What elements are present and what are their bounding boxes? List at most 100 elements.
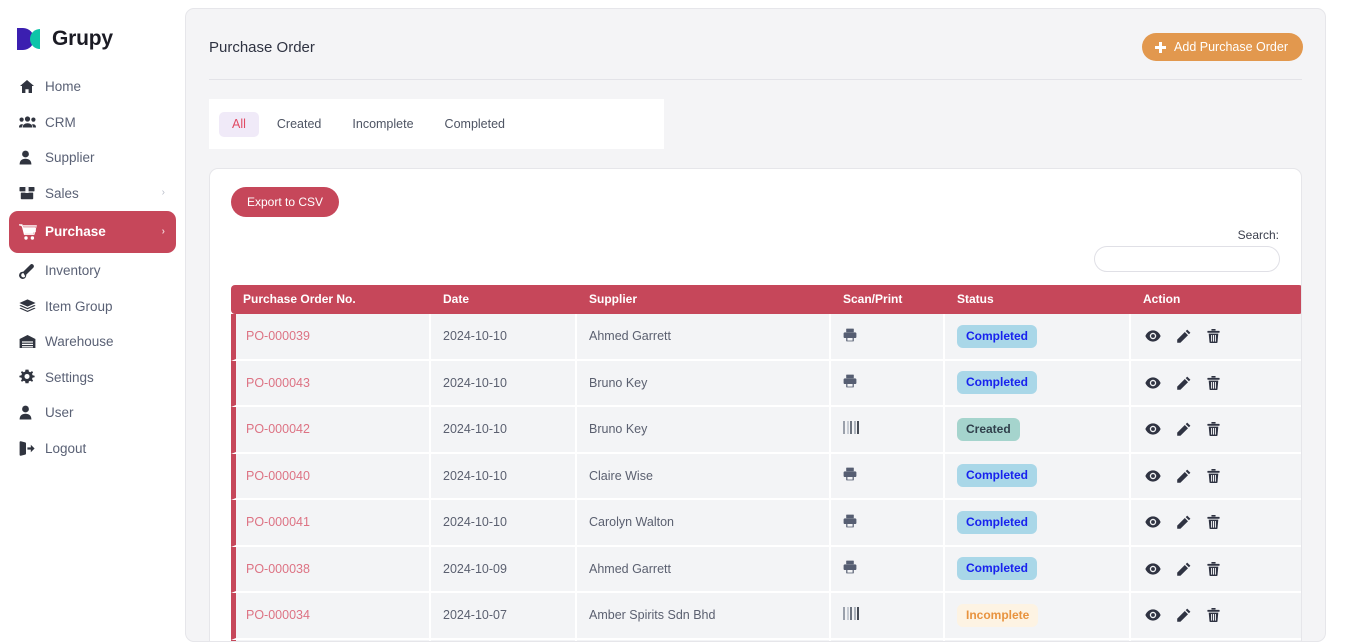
sidebar-item-user[interactable]: User [9, 395, 176, 431]
cell-scan-print[interactable] [831, 593, 945, 640]
cell-supplier: Ahmed Garrett [577, 314, 831, 361]
barcode-icon[interactable] [843, 607, 859, 621]
page-card: Purchase Order Add Purchase Order All Cr… [185, 8, 1326, 642]
cell-scan-print[interactable] [831, 500, 945, 547]
printer-icon[interactable] [843, 328, 857, 342]
cell-supplier: Amber Spirits Sdn Bhd [577, 593, 831, 640]
tab-created[interactable]: Created [264, 112, 334, 137]
printer-icon[interactable] [843, 374, 857, 388]
view-icon[interactable] [1145, 516, 1161, 528]
cell-supplier: Ahmed Garrett [577, 546, 831, 593]
cart-icon [19, 224, 45, 240]
status-badge: Completed [957, 464, 1038, 488]
brand-logo[interactable]: Grupy [0, 0, 185, 58]
delete-icon[interactable] [1207, 608, 1220, 623]
sidebar-item-logout[interactable]: Logout [9, 431, 176, 467]
cell-po-number[interactable]: PO-000038 [231, 546, 431, 593]
status-badge: Completed [957, 510, 1038, 534]
status-badge: Incomplete [957, 603, 1039, 627]
cell-po-number[interactable]: PO-000043 [231, 360, 431, 407]
view-icon[interactable] [1145, 377, 1161, 389]
view-icon[interactable] [1145, 470, 1161, 482]
barcode-icon[interactable] [843, 421, 859, 435]
tab-completed[interactable]: Completed [432, 112, 518, 137]
tab-incomplete[interactable]: Incomplete [339, 112, 426, 137]
cell-actions [1131, 453, 1301, 500]
cell-po-number[interactable]: PO-000041 [231, 500, 431, 547]
cell-status: Completed [945, 314, 1131, 361]
cell-supplier: Bruno Key [577, 360, 831, 407]
edit-icon[interactable] [1177, 469, 1191, 483]
column-header-scan-print[interactable]: Scan/Print [831, 285, 945, 314]
sidebar-item-label: Warehouse [45, 334, 114, 349]
delete-icon[interactable] [1207, 329, 1220, 344]
cell-scan-print[interactable] [831, 407, 945, 454]
table-row: PO-000040 2024-10-10 Claire Wise Complet… [231, 453, 1301, 500]
cell-po-number[interactable]: PO-000040 [231, 453, 431, 500]
cell-po-number[interactable]: PO-000039 [231, 314, 431, 361]
sidebar-item-crm[interactable]: CRM [9, 105, 176, 141]
delete-icon[interactable] [1207, 375, 1220, 390]
gear-icon [19, 369, 45, 385]
sidebar-item-label: Supplier [45, 150, 95, 165]
cell-po-number[interactable]: PO-000034 [231, 593, 431, 640]
add-purchase-order-label: Add Purchase Order [1174, 40, 1288, 54]
delete-icon[interactable] [1207, 468, 1220, 483]
cell-scan-print[interactable] [831, 314, 945, 361]
sidebar-item-settings[interactable]: Settings [9, 360, 176, 396]
logout-icon [19, 441, 45, 456]
view-icon[interactable] [1145, 423, 1161, 435]
column-header-date[interactable]: Date [431, 285, 577, 314]
cell-date: 2024-10-10 [431, 360, 577, 407]
sidebar-item-supplier[interactable]: Supplier [9, 140, 176, 176]
cell-scan-print[interactable] [831, 546, 945, 593]
table-row: PO-000043 2024-10-10 Bruno Key Completed [231, 360, 1301, 407]
view-icon[interactable] [1145, 563, 1161, 575]
column-header-po-no[interactable]: Purchase Order No. [231, 285, 431, 314]
cell-date: 2024-10-07 [431, 593, 577, 640]
sidebar-item-warehouse[interactable]: Warehouse [9, 324, 176, 360]
cell-actions [1131, 500, 1301, 547]
edit-icon[interactable] [1177, 329, 1191, 344]
chevron-right-icon: › [161, 226, 165, 237]
cell-scan-print[interactable] [831, 453, 945, 500]
edit-icon[interactable] [1177, 515, 1191, 530]
sidebar-item-label: Inventory [45, 263, 101, 278]
printer-icon[interactable] [843, 560, 857, 574]
cell-date: 2024-10-10 [431, 500, 577, 547]
sidebar-item-inventory[interactable]: Inventory [9, 253, 176, 289]
main-content: Purchase Order Add Purchase Order All Cr… [185, 0, 1348, 642]
column-header-status[interactable]: Status [945, 285, 1131, 314]
view-icon[interactable] [1145, 609, 1161, 621]
cell-actions [1131, 546, 1301, 593]
column-header-supplier[interactable]: Supplier [577, 285, 831, 314]
cell-scan-print[interactable] [831, 360, 945, 407]
sidebar-item-home[interactable]: Home [9, 69, 176, 105]
printer-icon[interactable] [843, 467, 857, 481]
layers-icon [19, 299, 45, 314]
bottle-icon [19, 263, 45, 279]
edit-icon[interactable] [1177, 422, 1191, 437]
header-divider [209, 79, 1302, 80]
export-to-csv-button[interactable]: Export to CSV [231, 187, 340, 217]
sidebar-item-item-group[interactable]: Item Group [9, 289, 176, 325]
tab-all[interactable]: All [219, 111, 259, 137]
search-input[interactable] [1094, 246, 1280, 272]
page-title: Purchase Order [209, 38, 315, 56]
cell-po-number[interactable]: PO-000042 [231, 407, 431, 454]
printer-icon[interactable] [843, 514, 857, 528]
sidebar-item-purchase[interactable]: Purchase › [9, 211, 176, 253]
cell-status: Completed [945, 453, 1131, 500]
users-icon [19, 115, 45, 129]
sidebar-item-sales[interactable]: Sales › [9, 176, 176, 212]
delete-icon[interactable] [1207, 515, 1220, 530]
edit-icon[interactable] [1177, 376, 1191, 390]
edit-icon[interactable] [1177, 562, 1191, 576]
add-purchase-order-button[interactable]: Add Purchase Order [1142, 33, 1303, 61]
delete-icon[interactable] [1207, 422, 1220, 437]
view-icon[interactable] [1145, 330, 1161, 342]
edit-icon[interactable] [1177, 608, 1191, 623]
box-icon [19, 186, 45, 200]
delete-icon[interactable] [1207, 561, 1220, 576]
column-header-action: Action [1131, 285, 1301, 314]
